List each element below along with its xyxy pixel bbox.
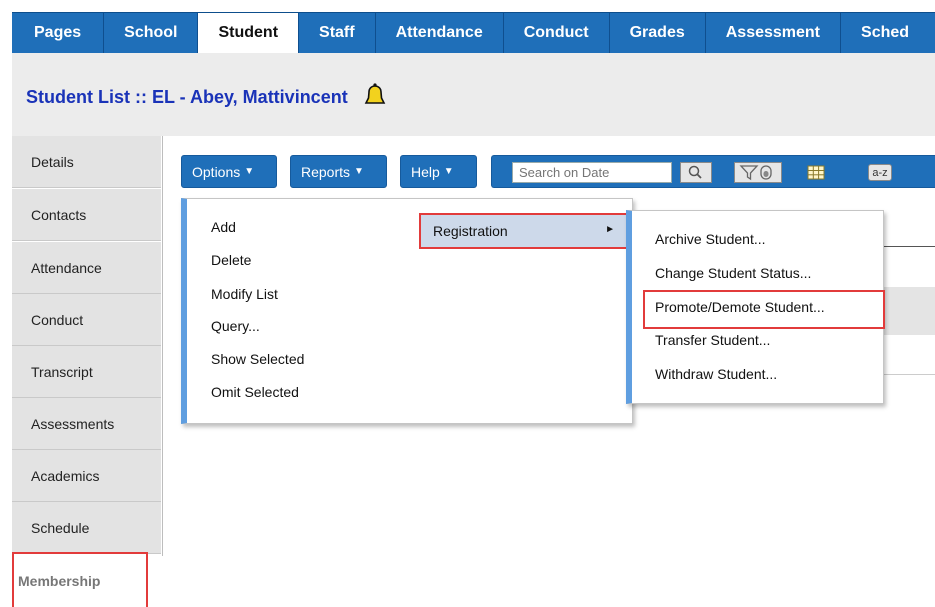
sidebar-item-label: Conduct	[31, 311, 84, 328]
tab-pages[interactable]: Pages	[12, 13, 105, 53]
submenu-item-archive-student[interactable]: Archive Student...	[655, 231, 766, 247]
sidebar-item-label: Academics	[31, 467, 100, 484]
search-icon	[688, 165, 702, 179]
chevron-down-icon: ▼	[354, 166, 364, 177]
options-button[interactable]: Options ▼	[181, 155, 277, 188]
search-input[interactable]	[512, 162, 672, 183]
menu-item-modify-list[interactable]: Modify List	[211, 286, 278, 302]
highlight-box	[643, 290, 885, 329]
top-nav-bar: Pages School Student Staff Attendance Co…	[12, 12, 935, 54]
column-grid-button[interactable]	[806, 162, 826, 183]
menu-item-registration[interactable]: Registration ►	[419, 213, 633, 249]
sidebar-item-contacts[interactable]: Contacts	[12, 189, 161, 241]
submenu-item-transfer-student[interactable]: Transfer Student...	[655, 332, 770, 348]
sidebar-item-label: Attendance	[31, 259, 102, 276]
tab-grades[interactable]: Grades	[610, 13, 706, 53]
tab-attendance[interactable]: Attendance	[376, 13, 504, 53]
sidebar-item-details[interactable]: Details	[12, 136, 161, 188]
menu-item-show-selected[interactable]: Show Selected	[211, 351, 304, 367]
table-row[interactable]	[884, 287, 935, 335]
chevron-down-icon: ▼	[244, 166, 255, 177]
sidebar: Details Contacts Attendance Conduct Tran…	[12, 136, 163, 556]
sidebar-item-label: Contacts	[31, 206, 87, 223]
sidebar-item-label: Details	[31, 153, 74, 170]
grid-icon	[807, 165, 825, 180]
tab-student[interactable]: Student	[198, 13, 300, 53]
submenu-item-withdraw-student[interactable]: Withdraw Student...	[655, 366, 777, 382]
alert-bell-icon[interactable]	[362, 82, 388, 108]
sidebar-item-conduct[interactable]: Conduct	[12, 294, 161, 346]
reports-button-label: Reports	[301, 163, 351, 180]
options-button-label: Options	[192, 163, 241, 180]
sidebar-item-transcript[interactable]: Transcript	[12, 346, 161, 398]
chevron-down-icon: ▼	[443, 166, 454, 177]
sidebar-item-schedule[interactable]: Schedule	[12, 502, 161, 554]
menu-item-registration-label: Registration	[433, 223, 508, 239]
sidebar-item-attendance[interactable]: Attendance	[12, 242, 161, 294]
filter-icon	[739, 165, 772, 181]
sidebar-item-label: Transcript	[31, 363, 93, 380]
tab-staff[interactable]: Staff	[299, 13, 376, 53]
submenu-item-change-status[interactable]: Change Student Status...	[655, 265, 811, 281]
page-title: Student List :: EL - Abey, Mattivincent	[26, 82, 388, 110]
sidebar-item-academics[interactable]: Academics	[12, 450, 161, 502]
sidebar-item-membership[interactable]: Membership	[12, 552, 148, 607]
menu-item-add[interactable]: Add	[211, 219, 236, 235]
menu-item-query[interactable]: Query...	[211, 318, 260, 334]
page-title-student: EL - Abey, Mattivincent	[152, 86, 348, 107]
page-title-prefix: Student List ::	[26, 86, 147, 107]
menu-item-delete[interactable]: Delete	[211, 252, 251, 268]
filter-button[interactable]	[734, 162, 782, 183]
search-button[interactable]	[680, 162, 712, 183]
sidebar-item-label: Schedule	[31, 519, 90, 536]
help-button[interactable]: Help ▼	[400, 155, 477, 188]
sidebar-item-assessments[interactable]: Assessments	[12, 398, 161, 450]
sort-az-button[interactable]: a-z	[868, 164, 892, 181]
tab-schedule[interactable]: Sched	[841, 13, 929, 53]
tab-conduct[interactable]: Conduct	[504, 13, 610, 53]
sidebar-item-label: Assessments	[31, 415, 115, 432]
tab-school[interactable]: School	[104, 13, 199, 53]
tab-assessment[interactable]: Assessment	[706, 13, 842, 53]
menu-item-omit-selected[interactable]: Omit Selected	[211, 384, 299, 400]
help-button-label: Help	[411, 163, 440, 180]
reports-button[interactable]: Reports ▼	[290, 155, 387, 188]
list-header-divider	[884, 246, 935, 247]
sidebar-item-label: Membership	[18, 572, 101, 589]
table-row[interactable]	[884, 336, 935, 375]
chevron-right-icon: ►	[605, 224, 615, 235]
